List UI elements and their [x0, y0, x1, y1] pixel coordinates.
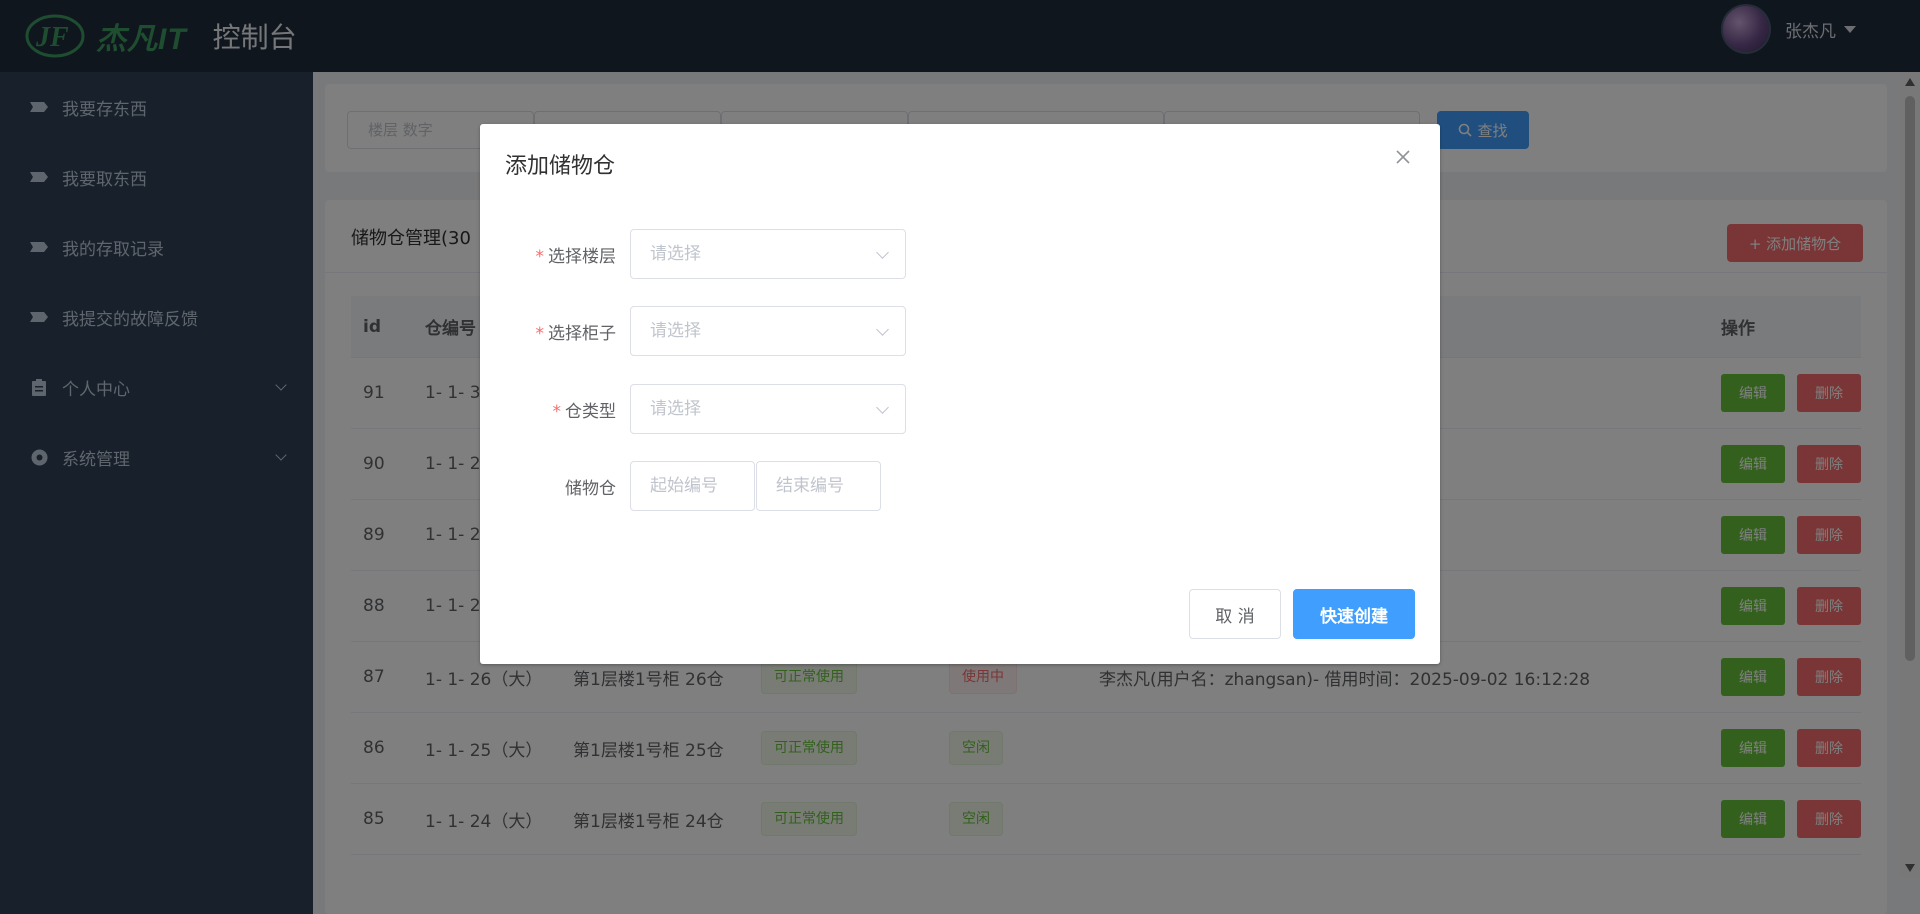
dialog-title: 添加储物仓 — [505, 154, 616, 179]
floor-form-row: * 选择楼层 请选择 — [480, 229, 906, 279]
add-locker-dialog: 添加储物仓 * 选择楼层 请选择 * 选择柜子 请选择 * 仓类型 请选择 储物仓 起… — [480, 124, 1440, 664]
locker-range-row: 储物仓 起始编号 结束编号 — [480, 461, 881, 511]
start-number-input[interactable]: 起始编号 — [630, 461, 755, 511]
cabinet-form-row: * 选择柜子 请选择 — [480, 306, 906, 356]
floor-select[interactable]: 请选择 — [630, 229, 906, 279]
type-select-placeholder: 请选择 — [650, 399, 701, 419]
floor-select-placeholder: 请选择 — [650, 244, 701, 264]
type-label: * 仓类型 — [552, 401, 617, 422]
quick-create-button[interactable]: 快速创建 — [1293, 589, 1415, 639]
chevron-down-icon — [876, 246, 889, 259]
cabinet-label: * 选择柜子 — [535, 323, 617, 344]
end-number-input[interactable]: 结束编号 — [756, 461, 881, 511]
locker-label: 储物仓 — [565, 478, 616, 499]
type-form-row: * 仓类型 请选择 — [480, 384, 906, 434]
cabinet-select[interactable]: 请选择 — [630, 306, 906, 356]
type-select[interactable]: 请选择 — [630, 384, 906, 434]
floor-label: * 选择楼层 — [535, 246, 617, 267]
chevron-down-icon — [876, 323, 889, 336]
cancel-button[interactable]: 取 消 — [1189, 589, 1281, 639]
chevron-down-icon — [876, 401, 889, 414]
cabinet-select-placeholder: 请选择 — [650, 321, 701, 341]
close-icon[interactable] — [1394, 148, 1412, 166]
